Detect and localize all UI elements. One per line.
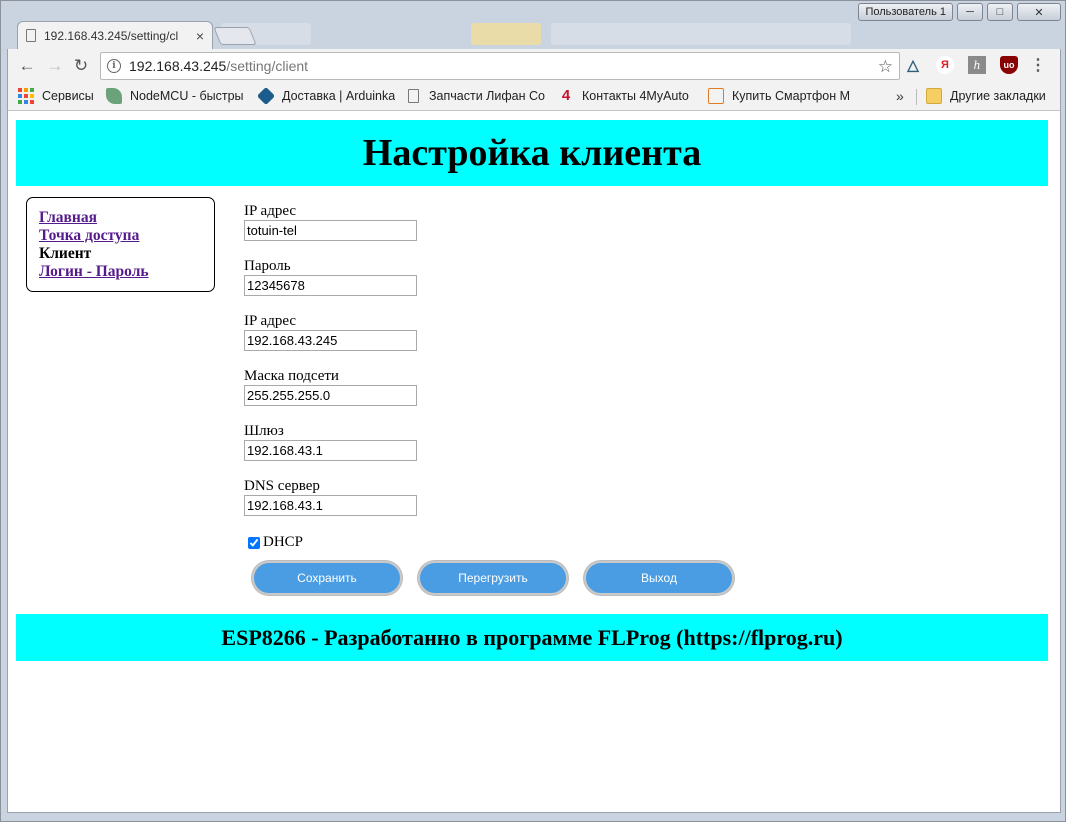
tab-close-icon[interactable]: ×	[196, 28, 204, 44]
nav-link-home[interactable]: Главная	[39, 209, 214, 227]
form-field-ssid: IP адрес	[244, 203, 544, 258]
bookmark-item[interactable]: Доставка | Arduinka	[258, 88, 395, 104]
bookmark-item[interactable]: Купить Смартфон М	[708, 88, 850, 104]
address-bar[interactable]: i 192.168.43.245/setting/client ☆	[100, 52, 900, 80]
field-label: IP адрес	[244, 313, 297, 329]
subnet-mask-input[interactable]	[244, 385, 417, 406]
field-label: Шлюз	[244, 423, 284, 439]
new-tab-button[interactable]	[213, 27, 257, 45]
gateway-input[interactable]	[244, 440, 417, 461]
form-field-ip: IP адрес	[244, 313, 544, 368]
window-controls: Пользователь 1 ─ □ ✕	[858, 3, 1061, 21]
menu-icon[interactable]: ⋮	[1030, 55, 1046, 75]
four-icon: 4	[561, 88, 571, 104]
ip-address-input[interactable]	[244, 330, 417, 351]
bookmark-item[interactable]: Запчасти Лифан Со	[406, 88, 545, 104]
bookmark-label: Доставка | Arduinka	[282, 89, 396, 103]
background-app-ribbon	[221, 15, 861, 49]
bookmark-apps[interactable]: Сервисы	[18, 88, 94, 104]
browser-tab[interactable]: 192.168.43.245/setting/cl ×	[17, 21, 213, 49]
form-field-subnet: Маска подсети	[244, 368, 544, 423]
field-label: DNS сервер	[244, 478, 320, 494]
arduinka-icon	[258, 88, 276, 104]
reload-icon[interactable]: ↻	[70, 55, 92, 77]
bookmark-label: Контакты 4MyAuto	[582, 89, 689, 103]
page-footer-banner: ESP8266 - Разработанно в программе FLPro…	[16, 614, 1048, 661]
cart-icon	[708, 88, 724, 104]
field-label: Пароль	[244, 258, 291, 274]
page-title: Настройка клиента	[362, 132, 702, 174]
dhcp-checkbox[interactable]	[248, 536, 260, 549]
extension-triangle-icon[interactable]: △	[904, 56, 922, 74]
user-badge[interactable]: Пользователь 1	[858, 3, 953, 21]
field-label: Маска подсети	[244, 368, 339, 384]
exit-button[interactable]: Выход	[584, 561, 734, 595]
other-bookmarks[interactable]: Другие закладки	[926, 88, 1046, 104]
ublock-icon[interactable]: uo	[1000, 56, 1018, 74]
apps-grid-icon	[18, 88, 34, 104]
page-icon	[26, 29, 36, 42]
url-path: /setting/client	[226, 58, 309, 74]
yandex-icon[interactable]: Я	[936, 56, 954, 74]
tab-title: 192.168.43.245/setting/cl	[44, 28, 179, 43]
form-field-gateway: Шлюз	[244, 423, 544, 478]
client-settings-form: IP адрес Пароль IP адрес Маска подсети Ш…	[244, 203, 544, 550]
side-navigation: Главная Точка доступа Клиент Логин - Пар…	[26, 197, 215, 292]
minimize-icon[interactable]: ─	[957, 3, 983, 21]
bookmark-item[interactable]: 4 Контакты 4MyAuto	[558, 88, 689, 104]
bookmark-label: Сервисы	[42, 89, 94, 103]
info-icon[interactable]: i	[107, 59, 121, 73]
page-header-banner: Настройка клиента	[16, 120, 1048, 186]
footer-text: ESP8266 - Разработанно в программе FLPro…	[221, 624, 843, 650]
reboot-button[interactable]: Перегрузить	[418, 561, 568, 595]
page-icon	[408, 89, 419, 103]
extension-h-icon[interactable]: h	[968, 56, 986, 74]
nav-link-access-point[interactable]: Точка доступа	[39, 227, 214, 245]
close-icon[interactable]: ✕	[1017, 3, 1061, 21]
bookmark-label: Купить Смартфон М	[732, 89, 850, 103]
leaf-icon	[106, 88, 122, 104]
page-viewport: Настройка клиента Главная Точка доступа …	[7, 111, 1061, 813]
browser-window: Пользователь 1 ─ □ ✕ 192.168.43.245/sett…	[0, 0, 1066, 822]
nav-current-client: Клиент	[39, 245, 92, 262]
url-host: 192.168.43.245	[129, 58, 227, 74]
bookmark-label: Другие закладки	[950, 89, 1046, 103]
bookmark-label: Запчасти Лифан Со	[429, 89, 545, 103]
dhcp-option: DHCP	[248, 534, 303, 551]
save-button[interactable]: Сохранить	[252, 561, 402, 595]
bookmarks-divider	[916, 89, 917, 105]
form-field-password: Пароль	[244, 258, 544, 313]
bookmark-star-icon[interactable]: ☆	[878, 57, 893, 77]
forward-arrow-icon[interactable]: →	[44, 55, 66, 77]
password-input[interactable]	[244, 275, 417, 296]
form-field-dns: DNS сервер	[244, 478, 544, 533]
bookmark-item[interactable]: NodeMCU - быстры	[106, 88, 244, 104]
bookmarks-bar: Сервисы NodeMCU - быстры Доставка | Ardu…	[7, 83, 1061, 111]
ssid-input[interactable]	[244, 220, 417, 241]
bookmarks-overflow-button[interactable]: »	[896, 88, 904, 104]
maximize-icon[interactable]: □	[987, 3, 1013, 21]
nav-link-login-password[interactable]: Логин - Пароль	[39, 263, 214, 281]
folder-icon	[926, 88, 942, 104]
field-label: IP адрес	[244, 203, 297, 219]
back-arrow-icon[interactable]: ←	[16, 55, 38, 77]
dhcp-label: DHCP	[263, 534, 304, 550]
bookmark-label: NodeMCU - быстры	[130, 89, 244, 103]
browser-toolbar: ← → ↻ i 192.168.43.245/setting/client ☆ …	[7, 49, 1061, 83]
dns-server-input[interactable]	[244, 495, 417, 516]
